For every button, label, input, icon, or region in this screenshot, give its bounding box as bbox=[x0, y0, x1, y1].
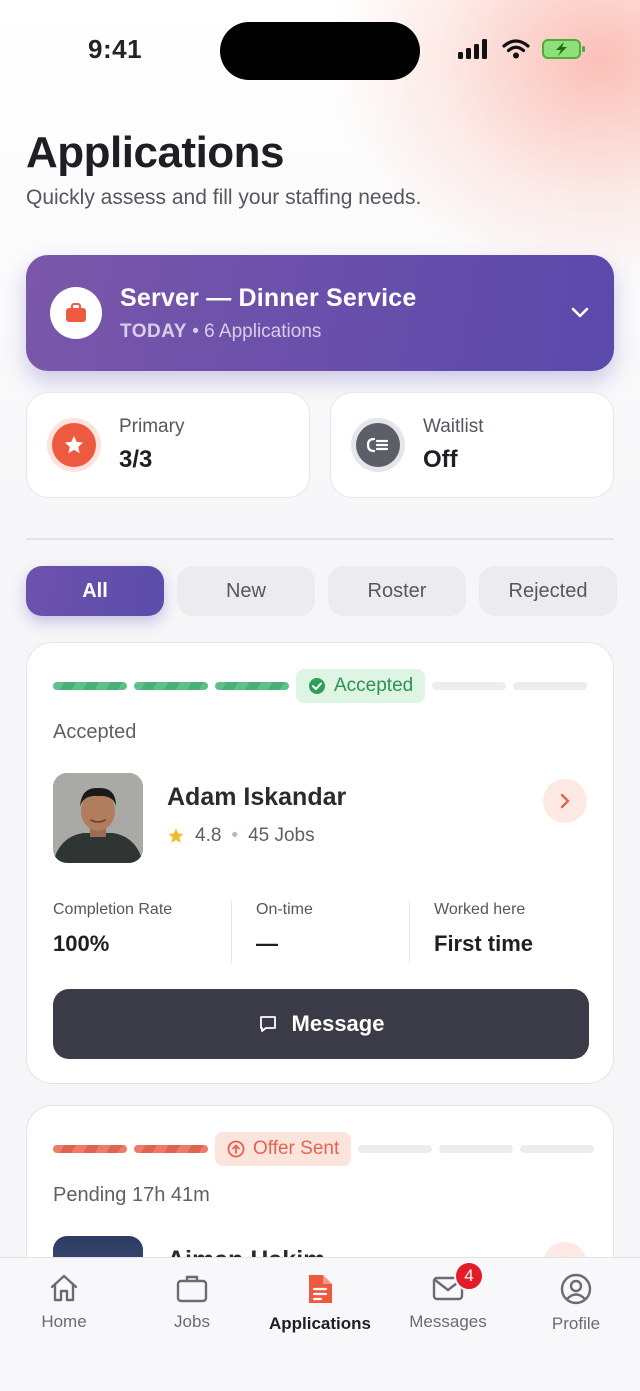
nav-messages[interactable]: 4 Messages bbox=[384, 1258, 512, 1391]
metric-completion: Completion Rate 100% bbox=[53, 901, 231, 963]
waitlist-tile[interactable]: Waitlist Off bbox=[330, 392, 614, 498]
filter-tab-new[interactable]: New bbox=[177, 566, 315, 616]
application-status: Accepted bbox=[53, 721, 137, 743]
stage-segment bbox=[432, 682, 507, 690]
nav-jobs[interactable]: Jobs bbox=[128, 1258, 256, 1391]
star-badge bbox=[52, 423, 96, 467]
metric-worked-here: Worked here First time bbox=[409, 901, 589, 963]
chat-bubble-icon bbox=[259, 1016, 276, 1032]
star-icon bbox=[168, 828, 184, 843]
waitlist-label: Waitlist bbox=[423, 416, 484, 437]
metric-value: 100% bbox=[53, 931, 110, 956]
metric-label: Completion Rate bbox=[53, 901, 173, 918]
status-icons bbox=[458, 38, 586, 60]
primary-text: Primary 3/3 bbox=[119, 416, 184, 474]
primary-tile[interactable]: Primary 3/3 bbox=[26, 392, 310, 498]
section-divider bbox=[26, 538, 614, 540]
stage-progress: Accepted bbox=[53, 669, 588, 703]
dynamic-island bbox=[220, 22, 420, 80]
page-title: Applications bbox=[26, 128, 285, 177]
view-applicant-button[interactable] bbox=[543, 779, 587, 823]
briefcase-badge bbox=[50, 287, 102, 339]
filter-tabs: All New Roster Rejected bbox=[26, 566, 617, 616]
waitlist-badge bbox=[356, 423, 400, 467]
page-subtitle: Quickly assess and fill your staffing ne… bbox=[26, 186, 422, 209]
nav-label: Messages bbox=[409, 1312, 487, 1331]
stage-pill-label: Accepted bbox=[334, 675, 414, 696]
stage-progress: Offer Sent bbox=[53, 1132, 595, 1166]
application-status: Pending 17h 41m bbox=[53, 1184, 210, 1206]
stage-segment bbox=[439, 1145, 514, 1153]
waitlist-icon bbox=[366, 437, 389, 453]
unread-badge: 4 bbox=[454, 1261, 484, 1291]
stage-segment bbox=[513, 682, 588, 690]
stage-pill-label: Offer Sent bbox=[253, 1138, 340, 1159]
metric-value: First time bbox=[434, 931, 534, 956]
applicant-meta: 4.8 • 45 Jobs bbox=[167, 825, 315, 847]
stage-segment bbox=[53, 682, 127, 690]
briefcase-icon bbox=[176, 1275, 208, 1303]
stage-segment bbox=[134, 682, 208, 690]
applicant-card: Accepted Accepted Adam Iskandar 4.8 • 45… bbox=[26, 642, 614, 1084]
avatar bbox=[53, 773, 143, 863]
metric-on-time: On-time — bbox=[231, 901, 409, 963]
metric-label: Worked here bbox=[434, 901, 526, 918]
metric-label: On-time bbox=[256, 901, 313, 918]
signal-icon bbox=[458, 39, 487, 59]
shift-subtitle: TODAY • 6 Applications bbox=[120, 321, 416, 343]
applicant-metrics: Completion Rate 100% On-time — Worked he… bbox=[53, 901, 589, 963]
home-icon bbox=[50, 1274, 78, 1302]
bottom-tab-bar: Home Jobs Applications 4 Messages Profil… bbox=[0, 1257, 640, 1391]
user-circle-icon bbox=[560, 1273, 592, 1305]
nav-label: Jobs bbox=[174, 1312, 210, 1331]
chevron-right-icon bbox=[560, 793, 570, 809]
dot-separator: • bbox=[231, 825, 239, 846]
metric-value: — bbox=[256, 931, 278, 956]
stage-segment bbox=[520, 1145, 595, 1153]
stage-segment bbox=[358, 1145, 433, 1153]
primary-icon-wrap bbox=[47, 418, 101, 472]
nav-applications[interactable]: Applications bbox=[256, 1258, 384, 1391]
star-icon bbox=[64, 435, 84, 454]
nav-label: Home bbox=[41, 1312, 87, 1331]
filter-tab-rejected[interactable]: Rejected bbox=[479, 566, 617, 616]
stage-segment bbox=[53, 1145, 127, 1153]
status-time: 9:41 bbox=[88, 34, 143, 64]
stage-pill-offer-sent: Offer Sent bbox=[215, 1132, 352, 1166]
stage-segment bbox=[215, 682, 289, 690]
stage-pill-accepted: Accepted bbox=[296, 669, 426, 703]
shift-selector[interactable]: Server — Dinner Service TODAY • 6 Applic… bbox=[26, 255, 614, 371]
message-button-label: Message bbox=[291, 1011, 385, 1036]
waitlist-value: Off bbox=[423, 446, 458, 473]
primary-value: 3/3 bbox=[119, 446, 153, 473]
filter-tab-roster[interactable]: Roster bbox=[328, 566, 466, 616]
nav-label: Profile bbox=[551, 1314, 601, 1333]
battery-icon bbox=[542, 39, 585, 59]
applicant-jobs: 45 Jobs bbox=[248, 825, 315, 846]
shift-day: TODAY bbox=[120, 320, 187, 342]
nav-label: Applications bbox=[268, 1314, 371, 1333]
filter-tab-all[interactable]: All bbox=[26, 566, 164, 616]
nav-profile[interactable]: Profile bbox=[512, 1258, 640, 1391]
waitlist-icon-wrap bbox=[351, 418, 405, 472]
primary-label: Primary bbox=[119, 416, 185, 437]
applicant-name[interactable]: Adam Iskandar bbox=[167, 783, 346, 812]
briefcase-icon bbox=[66, 303, 86, 322]
applicant-rating: 4.8 bbox=[195, 825, 222, 846]
stage-segment bbox=[134, 1145, 208, 1153]
clock-up-icon bbox=[227, 1140, 245, 1158]
avatar-portrait bbox=[53, 773, 143, 863]
shift-applications-count: • 6 Applications bbox=[192, 320, 322, 342]
chevron-down-icon[interactable] bbox=[570, 307, 590, 319]
message-button[interactable]: Message bbox=[53, 989, 589, 1059]
check-circle-icon bbox=[309, 678, 325, 694]
wifi-icon bbox=[502, 39, 530, 59]
shift-info: Server — Dinner Service TODAY • 6 Applic… bbox=[120, 284, 416, 343]
waitlist-text: Waitlist Off bbox=[423, 416, 484, 474]
document-icon bbox=[309, 1275, 332, 1303]
nav-home[interactable]: Home bbox=[0, 1258, 128, 1391]
shift-title: Server — Dinner Service bbox=[120, 283, 417, 312]
